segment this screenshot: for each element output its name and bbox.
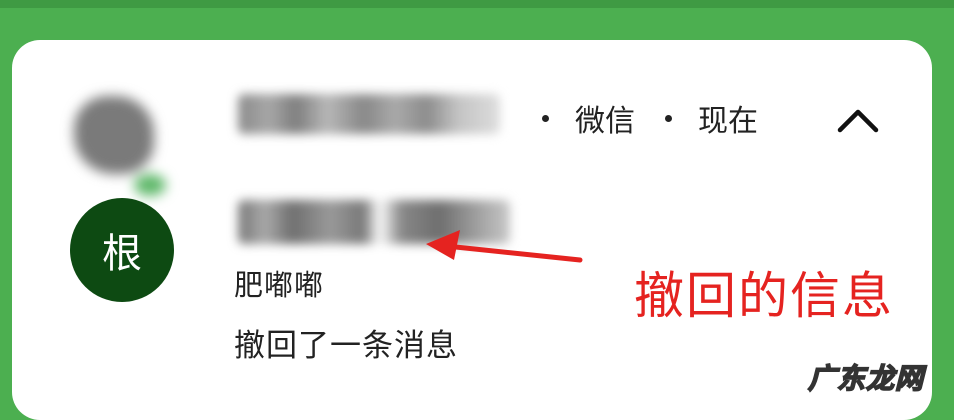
separator-dot <box>542 114 549 122</box>
avatar-char: 根 <box>102 231 142 277</box>
annotation-label: 撤回的信息 <box>634 267 894 325</box>
top-status-strip <box>0 0 954 8</box>
chevron-up-icon <box>837 109 879 133</box>
arrow-icon <box>426 230 583 263</box>
watermark: 广东龙网 <box>807 361 925 396</box>
separator-dot <box>665 114 672 122</box>
app-name: 微信 <box>575 104 635 139</box>
notification-header-meta: 微信 现在 <box>542 98 758 139</box>
recall-message: 撤回了一条消息 <box>234 328 458 364</box>
app-icon <box>60 84 172 196</box>
notification-time: 现在 <box>698 104 758 139</box>
sender-nickname: 肥嘟嘟 <box>234 268 325 302</box>
sender-avatar: 根 <box>70 198 174 302</box>
sender-name-blurred <box>238 94 500 134</box>
collapse-button[interactable] <box>830 94 886 144</box>
